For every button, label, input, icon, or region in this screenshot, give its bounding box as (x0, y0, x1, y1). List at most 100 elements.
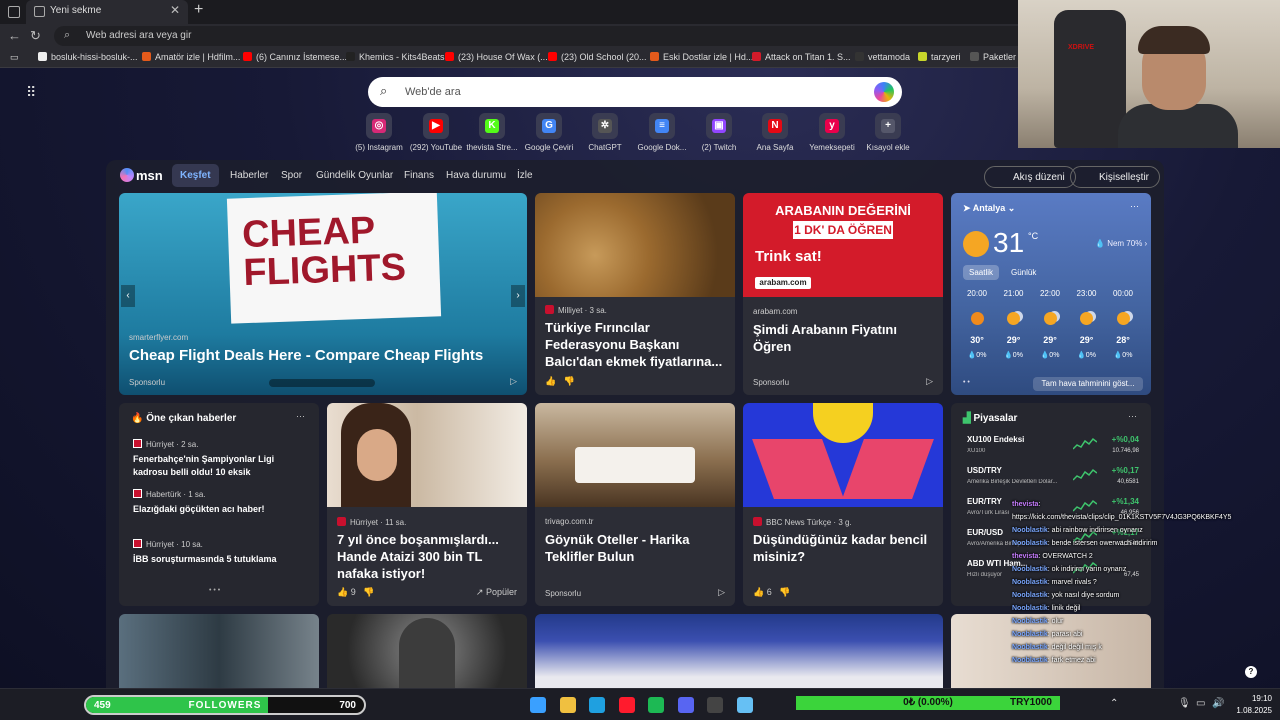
microphone-icon[interactable]: 🎙 (1178, 698, 1191, 709)
news-item-headline[interactable]: Fenerbahçe'nin Şampiyonlar Ligi kadrosu … (133, 453, 307, 479)
tab-hourly[interactable]: Saatlik (963, 265, 1000, 280)
card-title[interactable]: Cheap Flight Deals Here - Compare Cheap … (129, 347, 517, 364)
shortcut-tile[interactable]: N Ana Sayfa (743, 113, 807, 152)
nav-tab-kesfet[interactable]: Keşfet (172, 164, 219, 187)
msn-logo[interactable]: msn (120, 168, 163, 183)
card-title[interactable]: 7 yıl önce boşanmışlardı... Hande Ataizi… (337, 531, 517, 582)
carousel-next-button[interactable]: › (511, 285, 525, 307)
hero-card[interactable]: CHEAP FLIGHTS ‹ › smarterflyer.com Cheap… (119, 193, 527, 395)
copilot-icon[interactable] (874, 82, 894, 102)
help-icon[interactable]: ? (1245, 666, 1257, 678)
news-card-bbc[interactable]: BBC News Türkçe · 3 g. Düşündüğünüz kada… (743, 403, 943, 606)
shortcut-tile[interactable]: ◎ (5) Instagram (347, 113, 411, 152)
shortcut-tile[interactable]: ≡ Google Dok... (630, 113, 694, 152)
carousel-prev-button[interactable]: ‹ (121, 285, 135, 307)
carousel-dots[interactable] (269, 379, 375, 387)
window-menu-icon[interactable] (8, 6, 20, 18)
nav-tab-izle[interactable]: İzle (517, 170, 533, 181)
system-clock[interactable]: 19:10 1.08.2025 (1236, 693, 1272, 717)
tab-new-tab[interactable]: Yeni sekme ✕ (26, 0, 188, 24)
spotify-icon[interactable] (648, 697, 664, 713)
obs-icon[interactable] (707, 697, 723, 713)
ad-card-car[interactable]: ARABANIN DEĞERİNİ 1 DK' DA ÖĞREN Trink s… (743, 193, 943, 395)
edge-icon[interactable] (589, 697, 605, 713)
weather-pager-dots[interactable]: • • (963, 379, 970, 386)
bookmark-item[interactable]: (23) House Of Wax (... (445, 52, 548, 62)
bookmark-item[interactable]: Paketler (970, 52, 1016, 62)
like-dislike-buttons[interactable]: 👍 👎 (545, 376, 575, 387)
nav-tab-hava-durumu[interactable]: Hava durumu (446, 170, 506, 181)
news-card-bread[interactable]: Milliyet · 3 sa. Türkiye Fırıncılar Fede… (535, 193, 735, 395)
bookmark-item[interactable]: tarzyeri (918, 52, 961, 62)
personalize-button[interactable]: Kişiselleştir (1070, 166, 1161, 188)
market-row[interactable]: USD/TRY Amerika Birleşik Devletleri Dolar… (963, 464, 1141, 492)
play-icon[interactable]: ▷ (926, 376, 933, 387)
shortcut-tile[interactable]: G Google Çeviri (517, 113, 581, 152)
search-input[interactable]: Web'de ara (405, 86, 461, 98)
nav-tab-finans[interactable]: Finans (404, 170, 434, 181)
play-icon[interactable]: ▷ (510, 376, 517, 387)
new-tab-button[interactable]: + (194, 1, 203, 19)
card-title[interactable]: Türkiye Fırıncılar Federasyonu Başkanı B… (545, 319, 725, 370)
bookmark-item[interactable]: (23) Old School (20... (548, 52, 647, 62)
card-title[interactable]: Göynük Oteller - Harika Teklifler Bulun (545, 531, 725, 565)
weather-unit[interactable]: °C (1028, 231, 1038, 241)
like-button[interactable]: 👍 6 👎 (753, 587, 790, 598)
news-card-photo-1[interactable] (119, 614, 319, 688)
tab-daily[interactable]: Günlük (1005, 265, 1042, 280)
bookmark-item[interactable]: vettamoda (855, 52, 910, 62)
nav-tab-spor[interactable]: Spor (281, 170, 302, 181)
bookmark-item[interactable]: (6) Canınız İstemese... (243, 52, 347, 62)
nav-tab-gundelik-oyunlar[interactable]: Gündelik Oyunlar (316, 170, 393, 181)
steam-icon[interactable] (736, 697, 753, 713)
discord-icon[interactable] (677, 697, 694, 713)
bookmark-item[interactable]: Khemics - Kits4Beats (346, 52, 445, 62)
bookmark-item[interactable]: Eski Dostlar izle | Hd... (650, 52, 753, 62)
play-icon[interactable]: ▷ (718, 587, 725, 598)
shortcut-tile[interactable]: ▶ (292) YouTube (404, 113, 468, 152)
network-icon[interactable]: ▭ (1196, 698, 1205, 709)
shortcut-tile[interactable]: y Yemeksepeti (800, 113, 864, 152)
opera-icon[interactable] (618, 697, 635, 713)
shortcut-glyph-icon: ✲ (598, 119, 612, 133)
weather-card[interactable]: ➤ Antalya ⌄ ··· 31 °C 💧 Nem 70% › Saatli… (951, 193, 1151, 395)
apps-grid-icon[interactable]: ⠿ (26, 84, 37, 101)
full-forecast-button[interactable]: Tam hava tahminini göst... (1033, 377, 1143, 391)
shortcut-tile[interactable]: + Kısayol ekle (856, 113, 920, 152)
bookmark-item[interactable]: Amatör izle | Hdfilm... (142, 52, 240, 62)
refresh-icon[interactable]: ↻ (30, 28, 41, 44)
news-card-football[interactable] (535, 614, 943, 688)
news-item-headline[interactable]: İBB soruşturmasında 5 tutuklama (133, 553, 307, 566)
msn-navbar: msn Keşfet Haberler Spor Gündelik Oyunla… (106, 160, 1164, 194)
like-button[interactable]: 👍 9 👎 (337, 587, 374, 598)
news-card-photo-2[interactable] (327, 614, 527, 688)
market-row[interactable]: XU100 Endeksi XU100 +%0,04 10.746,98 (963, 433, 1141, 461)
weather-location[interactable]: ➤ Antalya ⌄ (963, 203, 1015, 214)
card-title[interactable]: Şimdi Arabanın Fiyatını Öğren (753, 321, 933, 355)
address-bar[interactable]: ⌕ Web adresi ara veya gir (54, 26, 1034, 46)
bookmark-item[interactable]: Attack on Titan 1. S... (752, 52, 851, 62)
news-item-headline[interactable]: Elazığdaki göçükten acı haber! (133, 503, 307, 516)
shortcut-tile[interactable]: ✲ ChatGPT (573, 113, 637, 152)
web-search-box[interactable]: ⌕ Web'de ara (368, 77, 902, 107)
bookmark-item[interactable]: bosluk-hissi-bosluk-... (38, 52, 138, 62)
tray-chevron-icon[interactable]: ⌃ (1110, 698, 1118, 709)
card-title[interactable]: Düşündüğünüz kadar bencil misiniz? (753, 531, 933, 565)
tab-close-icon[interactable]: ✕ (170, 3, 180, 17)
feed-layout-button[interactable]: Akış düzeni (984, 166, 1076, 188)
volume-icon[interactable]: 🔊 (1212, 698, 1224, 709)
news-card-divorce[interactable]: Hürriyet · 11 sa. 7 yıl önce boşanmışlar… (327, 403, 527, 606)
ad-subheadline: 1 DK' DA ÖĞREN (793, 221, 893, 239)
more-icon[interactable]: ··· (1128, 411, 1137, 421)
bookmarks-menu-icon[interactable]: ▭ (10, 52, 19, 63)
back-icon[interactable]: ← (8, 28, 21, 43)
more-icon[interactable]: ··· (296, 411, 305, 421)
shortcut-tile[interactable]: Kthevista Stre... (460, 113, 524, 152)
shortcut-tile[interactable]: ▣ (2) Twitch (687, 113, 751, 152)
ad-card-hotel[interactable]: trivago.com.tr Göynük Oteller - Harika T… (535, 403, 735, 606)
explorer-icon[interactable] (559, 697, 576, 713)
weather-more-icon[interactable]: ··· (1130, 201, 1139, 211)
pager-dots[interactable]: • • • (209, 587, 220, 594)
windows-icon[interactable] (530, 697, 546, 713)
nav-tab-haberler[interactable]: Haberler (230, 170, 268, 181)
